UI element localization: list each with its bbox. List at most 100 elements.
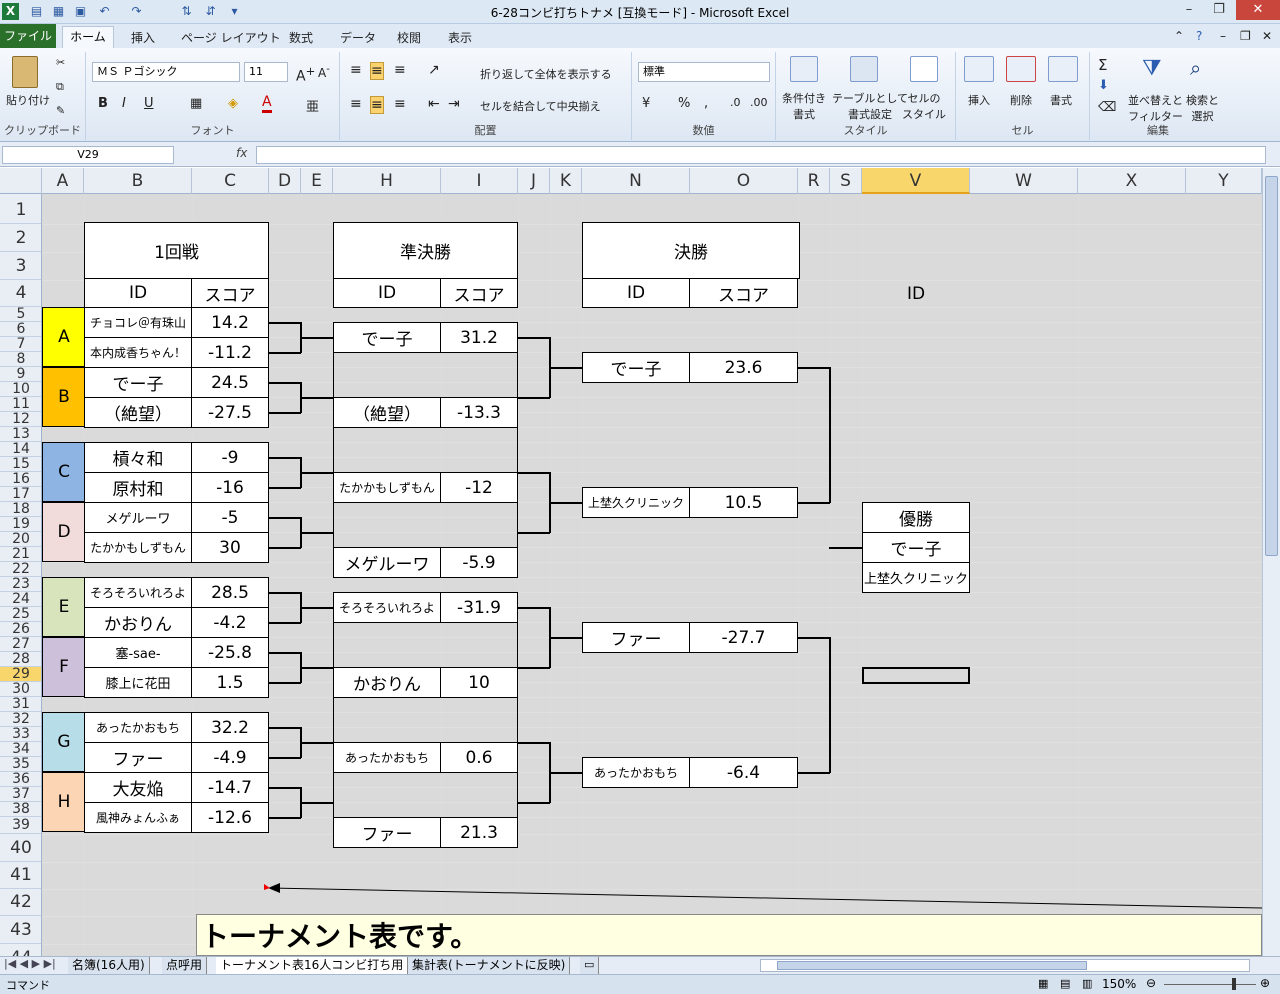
conditional-format-button[interactable]: 条件付き 書式 bbox=[782, 90, 826, 122]
sort-filter-button[interactable]: 並べ替えと フィルター bbox=[1128, 92, 1183, 124]
row-header[interactable]: 16 bbox=[0, 472, 41, 487]
player-id[interactable]: 大友焔 bbox=[84, 772, 192, 803]
group-label[interactable]: C bbox=[42, 442, 85, 502]
row-header[interactable]: 8 bbox=[0, 352, 41, 367]
table-format-icon[interactable] bbox=[850, 56, 878, 82]
id-header[interactable]: ID bbox=[333, 278, 441, 308]
group-label[interactable]: B bbox=[42, 367, 85, 427]
number-format-select[interactable]: 標準 bbox=[638, 62, 770, 82]
final-player-id[interactable]: あったかおもち bbox=[582, 757, 690, 788]
new-sheet-icon[interactable]: ▭ bbox=[580, 957, 600, 974]
increase-decimal-icon[interactable]: .0 bbox=[730, 96, 741, 109]
column-header[interactable]: K bbox=[550, 168, 582, 194]
player-score[interactable]: 32.2 bbox=[191, 712, 269, 743]
semi-player-score[interactable]: -5.9 bbox=[440, 547, 518, 578]
player-id[interactable]: 塞-sae- bbox=[84, 637, 192, 668]
player-score[interactable]: 28.5 bbox=[191, 577, 269, 608]
row-header[interactable]: 22 bbox=[0, 562, 41, 577]
column-header[interactable]: A bbox=[42, 168, 84, 194]
row-header[interactable]: 35 bbox=[0, 757, 41, 772]
column-header[interactable]: Y bbox=[1186, 168, 1262, 194]
row-header[interactable]: 36 bbox=[0, 772, 41, 787]
column-header[interactable]: S bbox=[830, 168, 862, 194]
shrink-font-icon[interactable]: A- bbox=[318, 64, 330, 80]
sheet-tab-rollcall[interactable]: 点呼用 bbox=[162, 957, 208, 974]
player-id[interactable]: チョコレ＠有珠山 bbox=[84, 307, 192, 338]
format-cells-icon[interactable] bbox=[1048, 56, 1078, 82]
view-pagebreak-icon[interactable]: ▥ bbox=[1082, 977, 1092, 990]
tab-home[interactable]: ホーム bbox=[62, 26, 114, 48]
row-header[interactable]: 44 bbox=[0, 944, 41, 956]
comment-box[interactable]: トーナメント表です。 bbox=[196, 914, 1262, 956]
copy-icon[interactable]: ⧉ bbox=[56, 80, 64, 94]
grow-font-icon[interactable]: A+ bbox=[296, 64, 315, 85]
select-all-corner[interactable] bbox=[0, 168, 42, 194]
merge-center-button[interactable]: セルを結合して中央揃え bbox=[480, 98, 601, 114]
cut-icon[interactable]: ✂ bbox=[56, 56, 65, 69]
orientation-icon[interactable]: ↗ bbox=[428, 62, 440, 78]
scroll-thumb[interactable] bbox=[1265, 176, 1278, 556]
player-score[interactable]: -4.9 bbox=[191, 742, 269, 773]
row-header[interactable]: 31 bbox=[0, 697, 41, 712]
format-painter-icon[interactable]: ✎ bbox=[56, 104, 65, 117]
player-id[interactable]: そろそろいれろよ bbox=[84, 577, 192, 608]
row-header[interactable]: 32 bbox=[0, 712, 41, 727]
player-score[interactable]: -16 bbox=[191, 472, 269, 503]
doc-close-button[interactable]: ✕ bbox=[1262, 29, 1272, 43]
delete-cells-button[interactable]: 削除 bbox=[1010, 92, 1032, 108]
player-id[interactable]: 槓々和 bbox=[84, 442, 192, 473]
borders-icon[interactable]: ▦ bbox=[190, 96, 202, 111]
autosum-icon[interactable]: Σ bbox=[1098, 56, 1107, 74]
tab-insert[interactable]: 挿入 bbox=[131, 29, 155, 46]
align-top-icon[interactable]: ≡ bbox=[350, 62, 362, 78]
player-score[interactable]: -25.8 bbox=[191, 637, 269, 668]
cell-style-icon[interactable] bbox=[910, 56, 938, 82]
group-label[interactable]: H bbox=[42, 772, 85, 832]
row-header[interactable]: 4 bbox=[0, 280, 41, 307]
hscroll-thumb[interactable] bbox=[777, 961, 1087, 970]
player-id[interactable]: あったかおもち bbox=[84, 712, 192, 743]
minimize-button[interactable]: – bbox=[1174, 0, 1204, 20]
row-header[interactable]: 9 bbox=[0, 367, 41, 382]
score-header[interactable]: スコア bbox=[191, 278, 269, 308]
semi-title[interactable]: 準決勝 bbox=[333, 222, 518, 279]
column-header[interactable]: R bbox=[798, 168, 830, 194]
vertical-scrollbar[interactable] bbox=[1262, 168, 1280, 956]
column-header[interactable]: W bbox=[970, 168, 1078, 194]
row-header[interactable]: 19 bbox=[0, 517, 41, 532]
row-header[interactable]: 7 bbox=[0, 337, 41, 352]
find-select-button[interactable]: 検索と 選択 bbox=[1186, 92, 1219, 124]
row-header[interactable]: 18 bbox=[0, 502, 41, 517]
row-header[interactable]: 27 bbox=[0, 637, 41, 652]
row-header[interactable]: 10 bbox=[0, 382, 41, 397]
row-header[interactable]: 34 bbox=[0, 742, 41, 757]
zoom-out-icon[interactable]: ⊖ bbox=[1146, 976, 1156, 990]
row-header[interactable]: 42 bbox=[0, 889, 41, 916]
score-header[interactable]: スコア bbox=[689, 278, 798, 308]
fill-icon[interactable]: ⬇ bbox=[1098, 78, 1109, 93]
column-header[interactable]: B bbox=[84, 168, 192, 194]
decrease-decimal-icon[interactable]: .00 bbox=[750, 96, 768, 109]
doc-restore-button[interactable]: ❐ bbox=[1240, 29, 1251, 43]
final-player-score[interactable]: -27.7 bbox=[689, 622, 798, 653]
winner-id-header[interactable]: ID bbox=[862, 280, 970, 308]
round1-title[interactable]: 1回戦 bbox=[84, 222, 269, 279]
final-player-id[interactable]: でー子 bbox=[582, 352, 690, 383]
player-score[interactable]: 30 bbox=[191, 532, 269, 563]
selected-cell[interactable] bbox=[862, 667, 970, 684]
player-score[interactable]: -4.2 bbox=[191, 607, 269, 638]
clear-icon[interactable]: ⌫ bbox=[1098, 100, 1116, 115]
final-player-score[interactable]: 23.6 bbox=[689, 352, 798, 383]
group-label[interactable]: D bbox=[42, 502, 85, 562]
row-header[interactable]: 38 bbox=[0, 802, 41, 817]
worksheet-grid[interactable]: 1回戦 ID スコア 準決勝 ID スコア 決勝 ID スコア ID A チョコレ＠有珠山 14.2 本内… bbox=[42, 194, 1262, 956]
final-player-score[interactable]: 10.5 bbox=[689, 487, 798, 518]
paste-button[interactable]: 貼り付け bbox=[6, 92, 50, 108]
column-header[interactable]: H bbox=[333, 168, 441, 194]
delete-cells-icon[interactable] bbox=[1006, 56, 1036, 82]
row-header[interactable]: 29 bbox=[0, 667, 41, 682]
player-score[interactable]: -5 bbox=[191, 502, 269, 533]
wrap-text-button[interactable]: 折り返して全体を表示する bbox=[480, 66, 612, 82]
winner-second[interactable]: 上埜久クリニック bbox=[862, 562, 970, 593]
player-id[interactable]: ファー bbox=[84, 742, 192, 773]
